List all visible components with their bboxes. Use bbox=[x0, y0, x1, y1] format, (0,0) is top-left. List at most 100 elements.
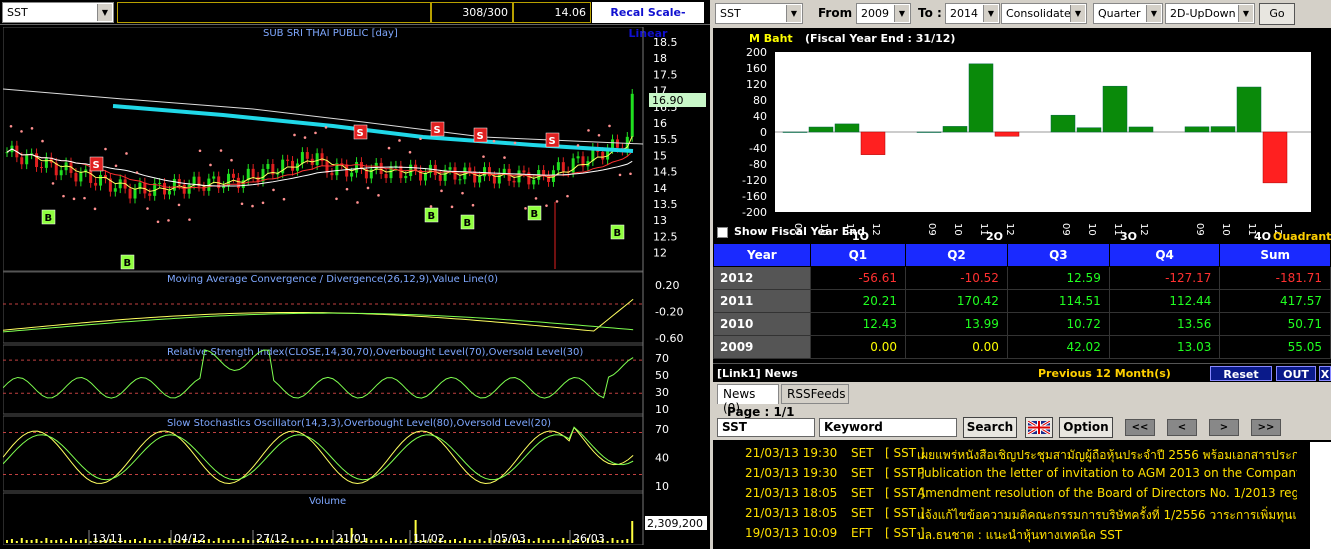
candle-body bbox=[355, 162, 359, 173]
chevron-down-icon[interactable]: ▼ bbox=[1146, 5, 1161, 22]
candle-body bbox=[99, 174, 103, 186]
fin-bar bbox=[968, 63, 994, 133]
candle-body bbox=[487, 167, 491, 177]
recal-scale-button[interactable]: Recal Scale-Linear bbox=[592, 2, 704, 40]
tab-news[interactable]: News (0) bbox=[717, 384, 779, 415]
price-tick: 12.5 bbox=[653, 230, 678, 243]
search-button[interactable]: Search bbox=[963, 417, 1017, 438]
volume-bar bbox=[232, 539, 235, 543]
news-date: 21/03/13 19:30 bbox=[745, 446, 838, 460]
news-date: 21/03/13 18:05 bbox=[745, 486, 838, 500]
sar-dot bbox=[20, 130, 23, 133]
chevron-down-icon[interactable]: ▼ bbox=[1070, 5, 1085, 22]
value-cell: 0.00 bbox=[905, 335, 1008, 359]
volume-bar bbox=[237, 541, 240, 543]
candle-body bbox=[118, 179, 122, 189]
candle-body bbox=[128, 188, 132, 199]
symbol-select[interactable]: SST ▼ bbox=[2, 2, 114, 23]
sar-dot bbox=[293, 133, 296, 137]
news-item[interactable]: 21/03/13 18:05 SET[ SST ] แจ้งแก้ไขข้อความ… bbox=[717, 506, 1297, 526]
option-button[interactable]: Option bbox=[1059, 417, 1113, 438]
show-fiscal-checkbox[interactable]: Show Fiscal Year End bbox=[717, 225, 865, 238]
volume-bar bbox=[404, 539, 407, 543]
sar-dot bbox=[30, 127, 34, 130]
volume-bar bbox=[326, 540, 328, 543]
volume-bar bbox=[163, 541, 166, 543]
view-select[interactable]: 2D-UpDown ▼ bbox=[1165, 3, 1255, 24]
candle-body bbox=[350, 172, 354, 177]
volume-bar bbox=[10, 539, 13, 543]
prev-page-button[interactable]: < bbox=[1167, 419, 1197, 436]
chevron-down-icon[interactable]: ▼ bbox=[1238, 5, 1253, 22]
statement-value: Consolidated bbox=[1006, 7, 1078, 20]
volume-bar bbox=[15, 541, 18, 543]
fin-x-tick: 12 bbox=[1004, 223, 1015, 236]
chevron-down-icon[interactable]: ▼ bbox=[983, 5, 998, 22]
news-item[interactable]: 21/03/13 19:30 SET[ SST ] Publication the … bbox=[717, 466, 1297, 486]
sar-dot bbox=[177, 203, 181, 207]
period-select[interactable]: Quarter ▼ bbox=[1093, 3, 1163, 24]
reset-button[interactable]: Reset bbox=[1210, 366, 1272, 381]
news-item[interactable]: 19/03/13 10:09 EFT[ SST ] บล.ธนชาต : แนะนำ… bbox=[717, 526, 1297, 546]
macd-tick: -0.20 bbox=[655, 306, 683, 319]
sar-dot bbox=[618, 173, 622, 177]
out-button[interactable]: OUT bbox=[1276, 366, 1316, 381]
news-source: SET bbox=[851, 486, 874, 500]
volume-bar bbox=[301, 540, 304, 543]
volume-title: Volume bbox=[309, 496, 346, 507]
language-flag-button[interactable] bbox=[1025, 417, 1053, 438]
news-period: Previous 12 Month(s) bbox=[1038, 367, 1171, 380]
candle-body bbox=[113, 188, 117, 192]
candle-body bbox=[133, 188, 137, 199]
value-cell: 12.43 bbox=[809, 312, 907, 336]
chart-area[interactable]: 18.5 18 17.5 17 16.5 16 15.5 15 14.5 14 13.5 13 12.5… bbox=[2, 26, 708, 546]
news-item[interactable]: 21/03/13 18:05 SET[ SST ] Amendment resolu… bbox=[717, 486, 1297, 506]
value-cell: 13.99 bbox=[905, 312, 1008, 336]
chevron-down-icon[interactable]: ▼ bbox=[786, 5, 801, 22]
fiscal-year-label: (Fiscal Year End : 31/12) bbox=[805, 32, 955, 45]
sar-dot bbox=[534, 197, 538, 200]
news-scrollbar[interactable] bbox=[1310, 442, 1331, 549]
col-header-q2: Q2 bbox=[905, 243, 1008, 267]
sar-dot bbox=[545, 204, 548, 207]
last-page-button[interactable]: >> bbox=[1251, 419, 1281, 436]
news-item[interactable]: 21/03/13 19:30 SET[ SST ] เผยแพร่หนังสือเช… bbox=[717, 446, 1297, 466]
news-source: SET bbox=[851, 466, 874, 480]
tab-rssfeeds[interactable]: RSSFeeds bbox=[781, 384, 849, 404]
sar-dot bbox=[156, 220, 160, 224]
statement-select[interactable]: Consolidated ▼ bbox=[1001, 3, 1087, 24]
volume-bar bbox=[321, 540, 324, 543]
fin-symbol-select[interactable]: SST ▼ bbox=[715, 3, 803, 24]
from-select[interactable]: 2009 ▼ bbox=[856, 3, 911, 24]
news-symbol-input[interactable]: SST bbox=[717, 418, 815, 437]
first-page-button[interactable]: << bbox=[1125, 419, 1155, 436]
view-value: 2D-UpDown bbox=[1170, 7, 1236, 20]
go-button[interactable]: Go bbox=[1259, 3, 1295, 25]
next-page-button[interactable]: > bbox=[1209, 419, 1239, 436]
volume-bar bbox=[483, 541, 486, 543]
sar-dot bbox=[377, 194, 380, 197]
x-tick-label: 21/01 bbox=[336, 532, 368, 545]
bar-count: 308/300 bbox=[431, 2, 513, 23]
candle-body bbox=[182, 184, 186, 194]
volume-bar bbox=[611, 538, 614, 543]
sar-dot bbox=[135, 171, 139, 174]
keyword-input[interactable]: Keyword bbox=[819, 418, 957, 437]
volume-bar bbox=[463, 538, 466, 543]
to-select[interactable]: 2014 ▼ bbox=[945, 3, 1000, 24]
quadrant-label: Quadrant bbox=[1273, 230, 1331, 240]
volume-bar bbox=[316, 538, 319, 543]
chevron-down-icon[interactable]: ▼ bbox=[894, 5, 909, 22]
candle-body bbox=[492, 176, 496, 184]
sar-dot bbox=[282, 197, 286, 201]
sell-signal-label: S bbox=[434, 125, 441, 136]
chevron-down-icon[interactable]: ▼ bbox=[97, 4, 112, 21]
sar-dot bbox=[9, 124, 13, 128]
buy-signal-label: B bbox=[45, 213, 53, 224]
news-date: 19/03/13 10:09 bbox=[745, 526, 838, 540]
checkbox-box[interactable] bbox=[717, 226, 728, 238]
close-button[interactable]: X bbox=[1319, 366, 1331, 381]
candle-body bbox=[512, 180, 516, 183]
volume-bar bbox=[65, 541, 68, 543]
candle-body bbox=[345, 164, 349, 177]
